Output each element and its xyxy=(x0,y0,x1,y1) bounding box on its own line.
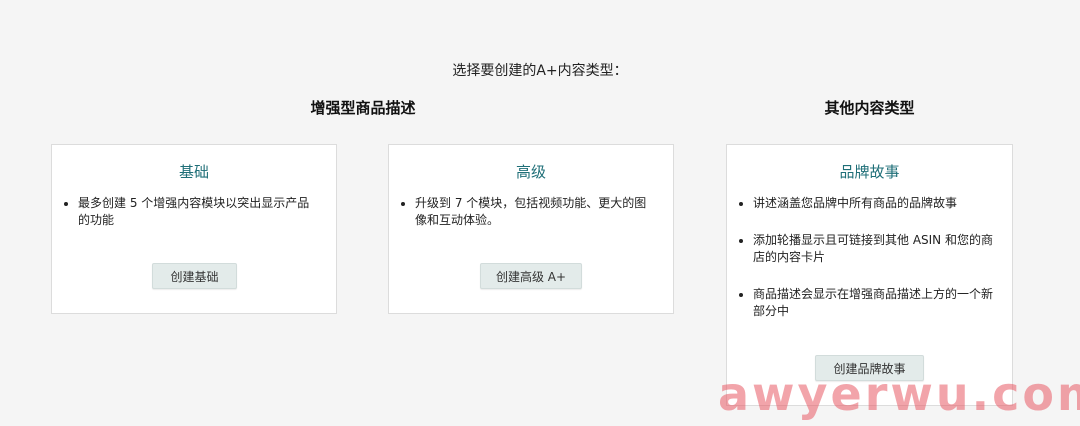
content-type-prompt: 选择要创建的A+内容类型： xyxy=(452,63,628,79)
list-item: 最多创建 5 个增强内容模块以突出显示产品的功能 xyxy=(78,195,318,229)
list-item: 讲述涵盖您品牌中所有商品的品牌故事 xyxy=(753,195,994,212)
brand-story-card: 品牌故事 讲述涵盖您品牌中所有商品的品牌故事 添加轮播显示且可链接到其他 ASI… xyxy=(726,144,1013,406)
premium-feature-list: 升级到 7 个模块，包括视频功能、更大的图像和互动体验。 xyxy=(401,195,655,229)
other-content-types-heading: 其他内容类型 xyxy=(824,99,915,117)
brand-story-card-title: 品牌故事 xyxy=(839,163,900,181)
list-item: 商品描述会显示在增强商品描述上方的一个新部分中 xyxy=(753,286,994,320)
brand-story-feature-list: 讲述涵盖您品牌中所有商品的品牌故事 添加轮播显示且可链接到其他 ASIN 和您的… xyxy=(739,195,994,340)
basic-feature-list: 最多创建 5 个增强内容模块以突出显示产品的功能 xyxy=(64,195,318,229)
premium-card-title: 高级 xyxy=(515,163,546,181)
create-brand-story-button[interactable]: 创建品牌故事 xyxy=(815,355,924,381)
list-item: 添加轮播显示且可链接到其他 ASIN 和您的商店的内容卡片 xyxy=(753,232,994,266)
basic-card: 基础 最多创建 5 个增强内容模块以突出显示产品的功能 创建基础 xyxy=(51,144,337,314)
basic-card-title: 基础 xyxy=(178,163,209,181)
create-premium-button[interactable]: 创建高级 A+ xyxy=(480,263,582,289)
premium-card: 高级 升级到 7 个模块，包括视频功能、更大的图像和互动体验。 创建高级 A+ xyxy=(388,144,674,314)
create-basic-button[interactable]: 创建基础 xyxy=(152,263,237,289)
enhanced-description-heading: 增强型商品描述 xyxy=(310,99,416,117)
list-item: 升级到 7 个模块，包括视频功能、更大的图像和互动体验。 xyxy=(415,195,655,229)
